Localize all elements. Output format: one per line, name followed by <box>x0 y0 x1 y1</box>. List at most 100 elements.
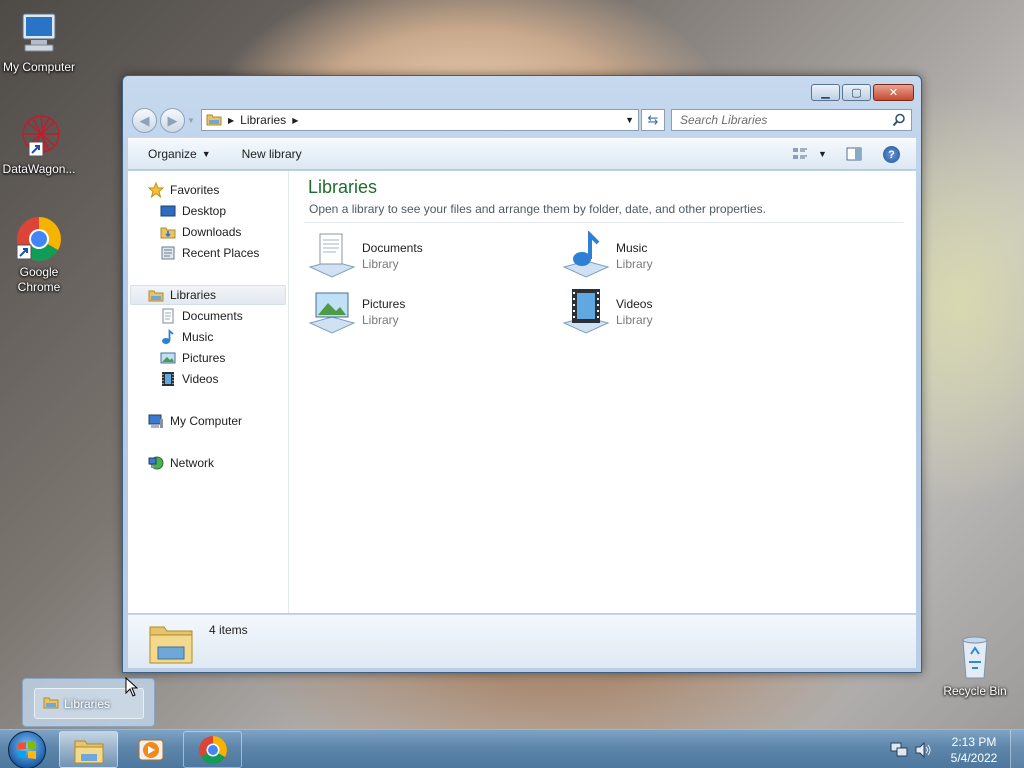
taskbar-chrome-button[interactable] <box>183 731 242 768</box>
nav-recent-places[interactable]: Recent Places <box>160 243 259 263</box>
film-strip-icon <box>160 371 176 387</box>
library-music[interactable]: Music Library <box>562 230 792 281</box>
caption-buttons: ▁ ▢ ✕ <box>809 84 914 101</box>
command-bar: Organize ▼ New library ▼ ? <box>128 138 916 170</box>
nav-my-computer[interactable]: My Computer <box>148 411 242 431</box>
preview-pane-button[interactable] <box>846 147 862 164</box>
desktop-icon-chrome[interactable]: Google Chrome <box>1 215 77 295</box>
library-folder-icon <box>206 112 222 129</box>
refresh-button[interactable]: ⇆ <box>641 109 665 131</box>
taskbar-media-player-button[interactable] <box>121 731 180 768</box>
nav-videos[interactable]: Videos <box>160 369 218 389</box>
nav-label: Desktop <box>182 204 227 218</box>
show-desktop-button[interactable] <box>1010 730 1024 768</box>
nav-label: Videos <box>182 372 219 386</box>
desktop-icon-datawagon[interactable]: DataWagon... <box>1 112 77 177</box>
search-icon[interactable] <box>892 113 906 130</box>
tray-network-icon[interactable] <box>890 741 908 762</box>
videos-library-icon <box>562 287 610 335</box>
address-bar[interactable]: ▶ Libraries ▶ ▼ <box>201 109 639 131</box>
organize-label: Organize <box>148 147 197 161</box>
desktop-icon-label: Recycle Bin <box>943 684 1007 698</box>
new-library-button[interactable]: New library <box>242 147 302 161</box>
library-name: Videos <box>616 297 653 311</box>
music-library-icon <box>562 230 610 279</box>
page-subtitle: Open a library to see your files and arr… <box>309 202 766 216</box>
computer-icon <box>148 413 164 429</box>
nav-label: Pictures <box>182 351 226 365</box>
star-icon <box>147 181 165 199</box>
thumbnail-label: Libraries <box>64 696 111 711</box>
nav-documents[interactable]: Documents <box>160 306 243 326</box>
minimize-button[interactable]: ▁ <box>811 84 840 101</box>
nav-label: Downloads <box>182 225 242 239</box>
pictures-icon <box>160 350 176 366</box>
content-area: Libraries Open a library to see your fil… <box>290 171 916 613</box>
nav-label: Music <box>182 330 214 344</box>
forward-button[interactable]: ▶ <box>160 108 185 133</box>
recent-pages-dropdown[interactable]: ▼ <box>187 116 195 125</box>
recent-places-icon <box>160 245 176 261</box>
desktop-icon-label: Google Chrome <box>17 265 61 294</box>
main-pane: Favorites Desktop Downloads Recent Place… <box>128 171 916 613</box>
explorer-window[interactable]: ▁ ▢ ✕ ◀ ▶ ▼ ▶ Libraries ▶ ▼ ⇆ Search Lib… <box>122 75 922 673</box>
desktop-icon-recycle-bin[interactable]: Recycle Bin <box>937 632 1013 699</box>
help-button[interactable]: ? <box>883 146 900 163</box>
desktop-icon <box>160 203 176 219</box>
nav-downloads[interactable]: Downloads <box>160 222 241 242</box>
datawagon-icon <box>15 112 63 160</box>
breadcrumb-chevron-icon[interactable]: ▶ <box>292 116 298 125</box>
library-folder-icon <box>148 287 164 303</box>
media-player-icon <box>138 739 163 760</box>
clock[interactable]: 2:13 PM 5/4/2022 <box>942 734 1006 766</box>
close-button[interactable]: ✕ <box>873 84 914 101</box>
change-view-button[interactable]: ▼ <box>792 147 827 161</box>
nav-music[interactable]: Music <box>160 327 213 347</box>
nav-pictures[interactable]: Pictures <box>160 348 225 368</box>
pictures-library-icon <box>308 287 356 335</box>
windows-logo-icon <box>18 741 36 759</box>
library-pictures[interactable]: Pictures Library <box>308 287 538 337</box>
recycle-bin-icon <box>951 632 999 682</box>
search-input[interactable]: Search Libraries <box>671 109 912 131</box>
desktop-icon-my-computer[interactable]: My Computer <box>1 10 77 75</box>
organize-button[interactable]: Organize ▼ <box>148 147 211 161</box>
nav-label: My Computer <box>170 414 243 428</box>
library-type: Library <box>616 257 653 271</box>
library-name: Pictures <box>362 297 406 311</box>
library-type: Library <box>616 313 653 327</box>
desktop-icon-label: DataWagon... <box>2 162 76 176</box>
library-type: Library <box>362 313 399 327</box>
clock-date: 5/4/2022 <box>950 751 998 765</box>
library-folder-icon <box>43 695 59 712</box>
maximize-button[interactable]: ▢ <box>842 84 871 101</box>
item-count: 4 items <box>209 623 248 637</box>
taskbar-explorer-button[interactable] <box>59 731 118 768</box>
nav-favorites[interactable]: Favorites <box>147 180 220 200</box>
monitor-icon <box>15 10 63 58</box>
chrome-icon <box>15 215 63 263</box>
back-button[interactable]: ◀ <box>132 108 157 133</box>
library-name: Music <box>616 241 648 255</box>
library-documents[interactable]: Documents Library <box>308 231 538 281</box>
preview-pane-icon <box>846 147 862 161</box>
nav-label: Favorites <box>170 183 220 197</box>
chevron-down-icon: ▼ <box>201 149 211 159</box>
nav-libraries[interactable]: Libraries <box>148 285 216 305</box>
address-dropdown-icon[interactable]: ▼ <box>625 115 634 125</box>
library-name: Documents <box>362 241 423 255</box>
breadcrumb-separator-icon: ▶ <box>228 115 235 125</box>
library-videos[interactable]: Videos Library <box>562 287 792 337</box>
nav-desktop[interactable]: Desktop <box>160 201 226 221</box>
nav-network[interactable]: Network <box>148 453 214 473</box>
page-title: Libraries <box>308 177 378 197</box>
libraries-large-icon <box>148 619 194 668</box>
start-button[interactable] <box>8 731 46 768</box>
breadcrumb-libraries[interactable]: Libraries <box>240 113 286 127</box>
documents-icon <box>160 308 176 324</box>
network-icon <box>148 455 164 471</box>
clock-time: 2:13 PM <box>951 735 997 749</box>
mouse-cursor-icon <box>125 676 139 700</box>
tray-volume-icon[interactable] <box>914 741 932 762</box>
documents-library-icon <box>308 231 356 279</box>
